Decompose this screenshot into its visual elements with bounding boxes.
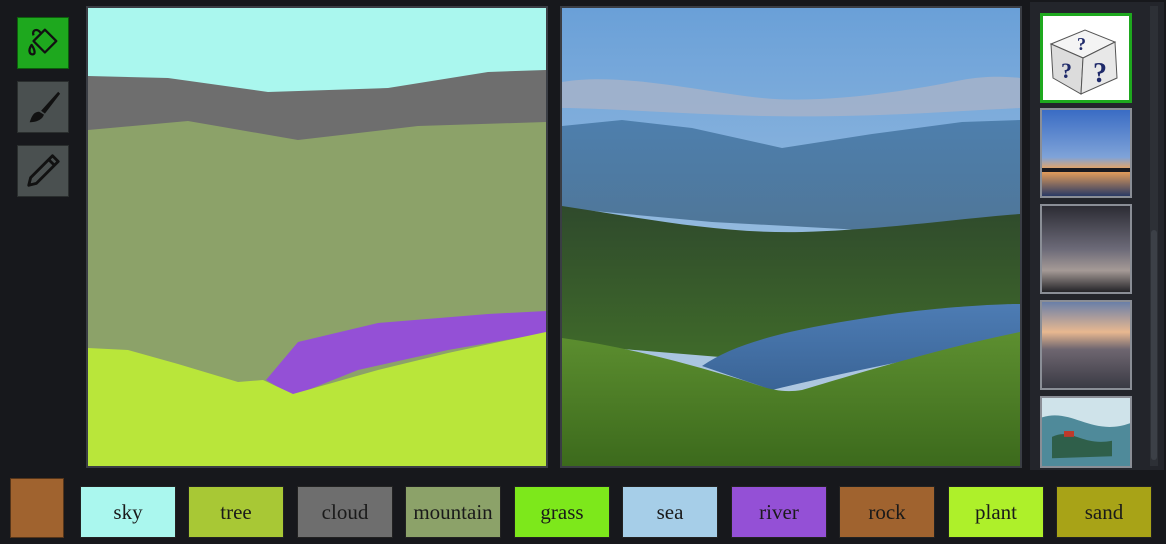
palette-label: cloud [321, 499, 369, 524]
palette-label: tree [220, 499, 252, 524]
style-thumbnail-painting[interactable] [1040, 396, 1132, 468]
scrollbar-thumb[interactable] [1151, 230, 1157, 460]
brush-icon [29, 91, 61, 123]
palette-label: sand [1084, 499, 1124, 524]
tool-paint-bucket[interactable] [17, 17, 69, 69]
style-thumbnail-dusk-clouds[interactable] [1040, 204, 1132, 294]
palette-sea[interactable]: sea [622, 486, 718, 538]
palette-label: mountain [413, 499, 493, 524]
style-thumbnail-sunset-lake[interactable] [1040, 108, 1132, 198]
random-style-button[interactable]: ? ? ? [1040, 13, 1132, 103]
palette-label: rock [868, 499, 906, 524]
generated-image [560, 6, 1022, 468]
palette-tree[interactable]: tree [188, 486, 284, 538]
pencil-icon [27, 154, 60, 187]
tool-pencil[interactable] [17, 145, 69, 197]
palette-grass[interactable]: grass [514, 486, 610, 538]
palette-label: river [759, 499, 799, 524]
tool-brush[interactable] [17, 81, 69, 133]
svg-text:?: ? [1061, 58, 1072, 83]
dice-icon: ? ? ? [1049, 29, 1118, 95]
palette-label: sea [656, 499, 684, 524]
palette-label: plant [975, 499, 1017, 524]
palette-label: sky [113, 499, 143, 524]
segmentation-canvas[interactable] [86, 6, 548, 468]
palette-sky[interactable]: sky [80, 486, 176, 538]
current-color-indicator [10, 478, 64, 538]
paint-bucket-icon [28, 28, 58, 56]
palette-label: grass [540, 499, 584, 524]
palette-river[interactable]: river [731, 486, 827, 538]
palette-mountain[interactable]: mountain [405, 486, 501, 538]
palette-plant[interactable]: plant [948, 486, 1044, 538]
svg-text:?: ? [1093, 58, 1107, 89]
palette-cloud[interactable]: cloud [297, 486, 393, 538]
palette-rock[interactable]: rock [839, 486, 935, 538]
style-thumbnail-evening-city[interactable] [1040, 300, 1132, 390]
palette-sand[interactable]: sand [1056, 486, 1152, 538]
svg-text:?: ? [1077, 34, 1086, 54]
